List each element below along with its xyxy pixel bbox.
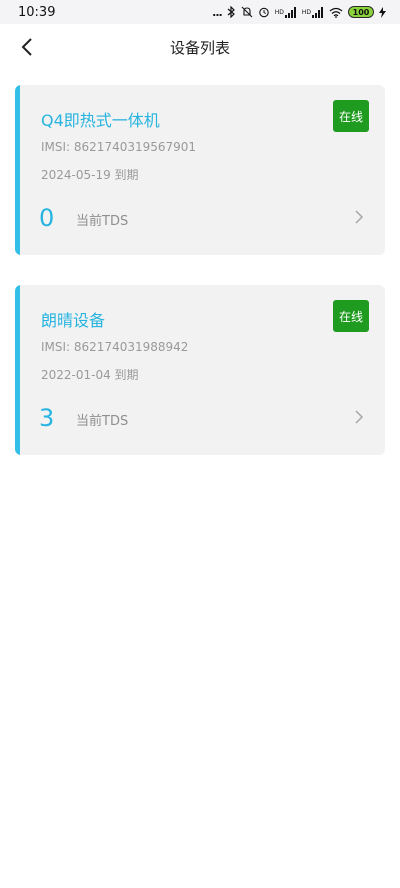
- tds-value: 3: [39, 404, 55, 432]
- card-accent-bar: [15, 85, 20, 255]
- chevron-right-icon: [355, 210, 364, 224]
- mute-bell-icon: [241, 6, 253, 18]
- bluetooth-icon: [227, 6, 236, 18]
- page-title: 设备列表: [169, 38, 230, 57]
- online-status-badge: 在线: [333, 300, 369, 332]
- device-name: Q4即热式一体机: [41, 111, 160, 130]
- device-name: 朗晴设备: [41, 311, 106, 330]
- net-label-1: HD: [274, 8, 284, 16]
- chevron-right-icon: [355, 410, 364, 424]
- device-card-1[interactable]: Q4即热式一体机 在线 IMSI: 862174031956790​1 2024…: [15, 85, 385, 255]
- wifi-icon: [329, 7, 343, 18]
- tds-label: 当前TDS: [76, 214, 129, 229]
- alarm-icon: [258, 6, 270, 18]
- tds-value: 0: [39, 204, 55, 232]
- battery-icon: 100: [348, 6, 374, 18]
- chevron-left-icon: [21, 38, 32, 56]
- nav-bar: 设备列表: [0, 24, 400, 70]
- status-icons: ... HD HD 100: [212, 6, 386, 19]
- more-dots-icon: ...: [212, 5, 223, 19]
- device-imsi: IMSI: 862174031988942: [41, 340, 189, 354]
- card-accent-bar: [15, 285, 20, 455]
- device-expire-date: 2024-05-19 到期: [41, 168, 139, 182]
- status-bar: 10:39 ... HD HD 100: [0, 0, 400, 24]
- signal-1-icon: HD: [274, 6, 297, 18]
- back-button[interactable]: [14, 34, 40, 60]
- online-status-badge: 在线: [333, 100, 369, 132]
- charging-icon: [379, 6, 386, 18]
- signal-2-icon: HD: [301, 6, 324, 18]
- net-label-2: HD: [301, 8, 311, 16]
- status-time: 10:39: [18, 4, 56, 20]
- device-card-2[interactable]: 朗晴设备 在线 IMSI: 862174031988942 2022-01-04…: [15, 285, 385, 455]
- device-expire-date: 2022-01-04 到期: [41, 368, 139, 382]
- tds-label: 当前TDS: [76, 414, 129, 429]
- device-imsi: IMSI: 862174031956790​1: [41, 140, 197, 154]
